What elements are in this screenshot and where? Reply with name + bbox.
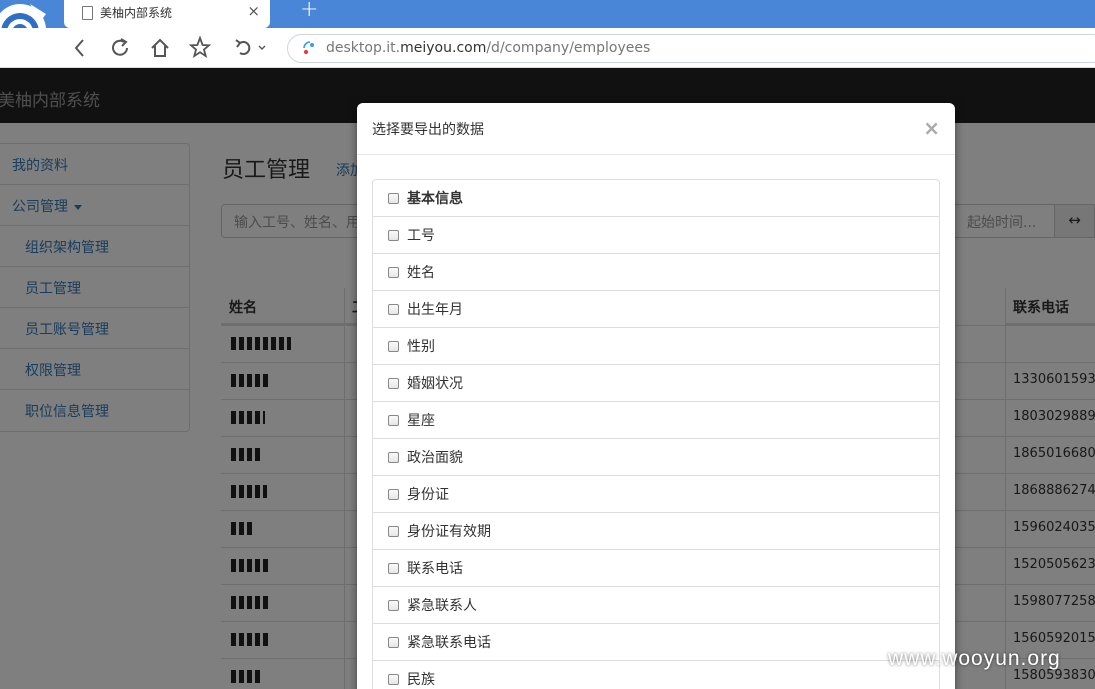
checkbox[interactable] (388, 229, 399, 241)
checkbox[interactable] (388, 562, 399, 574)
field-option-id-card[interactable]: 身份证 (373, 476, 939, 513)
browser-tab[interactable]: 美柚内部系统 × (64, 0, 270, 28)
refresh-icon[interactable] (108, 35, 132, 61)
bookmark-star-icon[interactable] (188, 35, 212, 61)
checkbox[interactable] (388, 266, 399, 278)
checkbox[interactable] (388, 377, 399, 389)
checkbox[interactable] (388, 303, 399, 315)
close-icon[interactable]: × (923, 116, 940, 140)
undo-history-icon[interactable] (232, 35, 268, 61)
modal-header: 选择要导出的数据 × (357, 103, 955, 155)
field-option-emergency-phone[interactable]: 紧急联系电话 (373, 624, 939, 661)
checkbox[interactable] (388, 525, 399, 537)
export-field-list: 基本信息 工号 姓名 出生年月 性别 婚姻状况 星座 政治面貌 身份证 身份证有… (372, 179, 940, 689)
checkbox[interactable] (388, 192, 399, 204)
browser-toolbar: desktop.it.meiyou.com/d/company/employee… (0, 28, 1095, 68)
field-option-ethnicity[interactable]: 民族 (373, 661, 939, 689)
site-security-icon (300, 40, 318, 62)
field-option-marital-status[interactable]: 婚姻状况 (373, 365, 939, 402)
close-tab-icon[interactable]: × (247, 2, 260, 20)
checkbox[interactable] (388, 599, 399, 611)
browser-tab-strip: 美柚内部系统 × + (0, 0, 1095, 28)
checkbox[interactable] (388, 488, 399, 500)
back-icon[interactable] (68, 35, 92, 61)
document-icon (82, 6, 93, 20)
new-tab-icon[interactable]: + (300, 0, 318, 22)
export-modal: 选择要导出的数据 × 基本信息 工号 姓名 出生年月 性别 婚姻状况 星座 政治… (357, 103, 955, 689)
checkbox[interactable] (388, 636, 399, 648)
field-option-id-card-validity[interactable]: 身份证有效期 (373, 513, 939, 550)
field-option-name[interactable]: 姓名 (373, 254, 939, 291)
checkbox[interactable] (388, 414, 399, 426)
modal-title: 选择要导出的数据 (372, 122, 484, 138)
field-option-basic-info[interactable]: 基本信息 (373, 180, 939, 217)
address-bar[interactable]: desktop.it.meiyou.com/d/company/employee… (287, 34, 1095, 63)
field-option-zodiac[interactable]: 星座 (373, 402, 939, 439)
checkbox[interactable] (388, 673, 399, 685)
field-option-birth-date[interactable]: 出生年月 (373, 291, 939, 328)
checkbox[interactable] (388, 451, 399, 463)
field-option-political-status[interactable]: 政治面貌 (373, 439, 939, 476)
field-option-employee-id[interactable]: 工号 (373, 217, 939, 254)
field-option-gender[interactable]: 性别 (373, 328, 939, 365)
field-option-emergency-contact[interactable]: 紧急联系人 (373, 587, 939, 624)
checkbox[interactable] (388, 340, 399, 352)
tab-title: 美柚内部系统 (100, 6, 173, 20)
home-icon[interactable] (148, 35, 172, 61)
page: 美柚内部系统 我的资料 公司管理 组织架构管理 员工管理 员工账号管理 权限管理… (0, 68, 1095, 689)
address-url: desktop.it.meiyou.com/d/company/employee… (326, 40, 651, 56)
watermark: www.wooyun.org (888, 647, 1061, 670)
field-option-phone[interactable]: 联系电话 (373, 550, 939, 587)
